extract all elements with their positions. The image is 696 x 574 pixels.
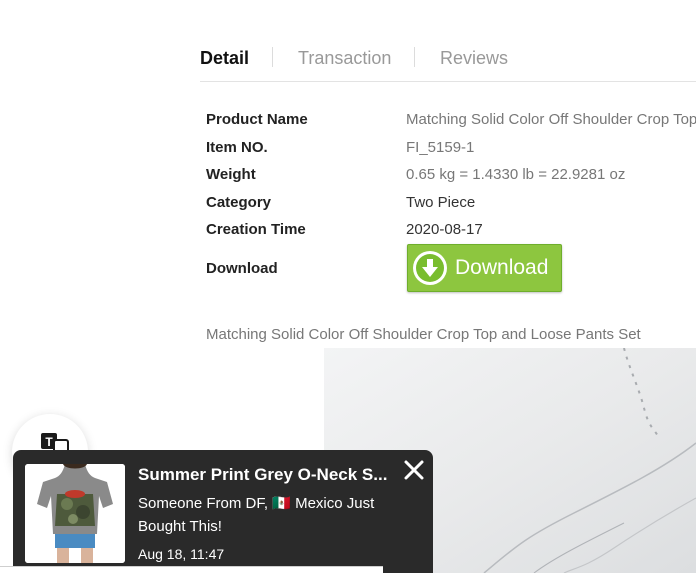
close-icon[interactable] <box>402 458 426 482</box>
download-label: Download <box>206 260 278 277</box>
item-no-value: FI_5159-1 <box>406 139 475 156</box>
weight-value: 0.65 kg = 1.4330 lb = 22.9281 oz <box>406 166 626 183</box>
item-no-label: Item NO. <box>206 139 268 156</box>
weight-label: Weight <box>206 166 256 183</box>
download-button[interactable]: Download <box>407 244 562 292</box>
notification-message: Someone From DF, 🇲🇽 Mexico Just Bought T… <box>138 492 383 538</box>
notification-product-title[interactable]: Summer Print Grey O-Neck S... <box>138 465 400 485</box>
download-arrow-icon <box>413 251 447 285</box>
tab-reviews[interactable]: Reviews <box>440 47 508 69</box>
product-tabs: Detail Transaction Reviews <box>200 44 696 82</box>
mexico-flag-icon: 🇲🇽 <box>272 495 291 512</box>
tab-transaction[interactable]: Transaction <box>298 47 391 69</box>
creation-time-value: 2020-08-17 <box>406 221 483 238</box>
category-label: Category <box>206 194 272 211</box>
category-value: Two Piece <box>406 194 476 211</box>
svg-text:T: T <box>45 435 53 449</box>
tab-divider <box>414 47 415 67</box>
notification-time: Aug 18, 11:47 <box>138 546 225 562</box>
product-description: Matching Solid Color Off Shoulder Crop T… <box>206 326 641 343</box>
tab-divider <box>272 47 273 67</box>
creation-time-label: Creation Time <box>206 221 306 238</box>
purchase-notification[interactable]: Summer Print Grey O-Neck S... Someone Fr… <box>13 450 433 573</box>
download-button-label: Download <box>455 256 549 279</box>
notification-product-thumbnail <box>25 464 125 563</box>
tab-detail[interactable]: Detail <box>200 47 249 69</box>
notification-message-prefix: Someone From DF, <box>138 495 269 512</box>
product-name-label: Product Name <box>206 111 308 128</box>
product-name-value: Matching Solid Color Off Shoulder Crop T… <box>406 111 696 128</box>
